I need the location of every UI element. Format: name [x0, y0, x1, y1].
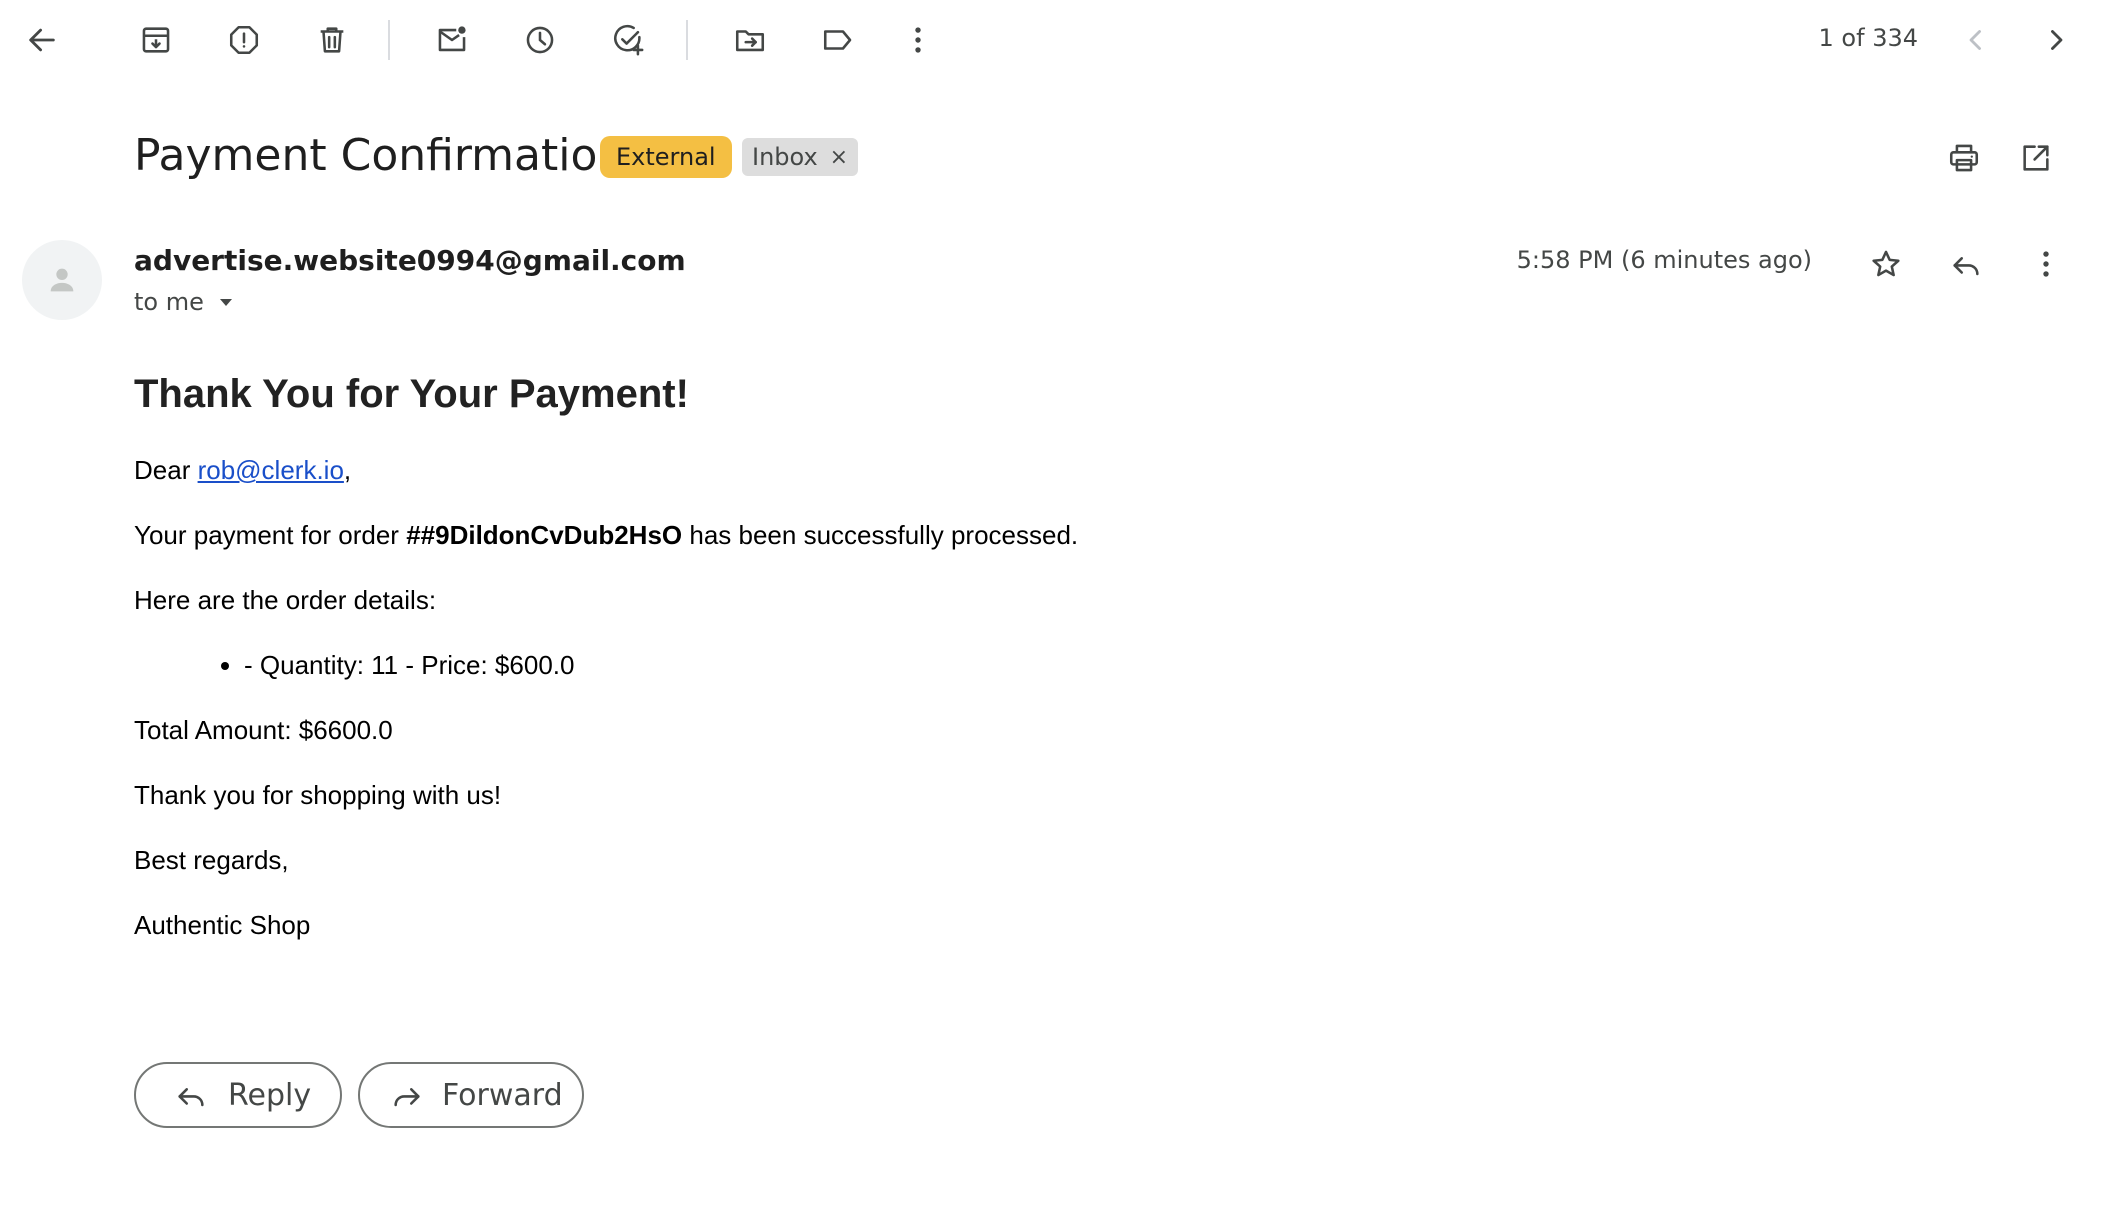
reply-button-label: Reply [228, 1077, 312, 1113]
message-more-button[interactable] [2022, 240, 2070, 288]
newer-button[interactable] [1952, 16, 2000, 64]
person-icon [50, 268, 74, 292]
signature: Authentic Shop [134, 910, 311, 940]
external-label-chip: External [600, 136, 732, 178]
email-body: Thank You for Your Payment! Dear rob@cle… [134, 372, 1834, 975]
forward-icon [394, 1088, 420, 1107]
caret-down-icon [219, 299, 232, 306]
order-id: ##9DildonCvDub2HsO [406, 520, 683, 550]
recipient-text: to me [134, 288, 204, 316]
more-vert-icon [915, 27, 921, 53]
body-heading: Thank You for Your Payment! [134, 372, 689, 416]
archive-button[interactable] [132, 16, 180, 64]
remove-label-button[interactable]: × [830, 145, 848, 170]
order-details-intro: Here are the order details: [134, 585, 437, 615]
recipient-email-link[interactable]: rob@clerk.io [198, 455, 344, 485]
delete-button[interactable] [308, 16, 356, 64]
forward-button[interactable]: Forward [358, 1062, 584, 1128]
older-button[interactable] [2032, 16, 2080, 64]
email-timestamp: 5:58 PM (6 minutes ago) [1516, 246, 1812, 274]
chevron-right-icon [2051, 30, 2063, 50]
list-item: - Quantity: 11 - Price: $600.0 [244, 650, 1834, 680]
back-button[interactable] [18, 16, 66, 64]
payment-line-prefix: Your payment for order [134, 520, 407, 550]
report-spam-button[interactable] [220, 16, 268, 64]
mark-unread-button[interactable] [428, 16, 476, 64]
inbox-label-chip: Inbox × [742, 138, 859, 176]
thanks-line: Thank you for shopping with us! [134, 780, 502, 810]
toolbar-divider [388, 20, 390, 60]
chevron-left-icon [1969, 30, 1981, 50]
print-button[interactable] [1940, 134, 1988, 182]
label-button[interactable] [814, 16, 862, 64]
star-icon [1872, 250, 1900, 277]
payment-line-suffix: has been successfully processed. [682, 520, 1079, 550]
avatar[interactable] [22, 240, 102, 320]
arrow-left-icon [29, 28, 55, 52]
reply-icon [1953, 257, 1979, 276]
reply-icon-button[interactable] [1942, 240, 1990, 288]
recipient-details-toggle[interactable]: to me [134, 288, 238, 316]
archive-icon [142, 27, 170, 53]
sender-email[interactable]: advertise.website0994@gmail.com [134, 244, 686, 277]
mark-unread-icon [438, 26, 466, 52]
greeting-suffix: , [343, 455, 352, 485]
inbox-label-text: Inbox [752, 143, 818, 171]
report-spam-icon [229, 25, 259, 55]
payment-line: Your payment for order ##9DildonCvDub2Hs… [134, 520, 1834, 550]
forward-button-label: Forward [442, 1077, 563, 1113]
add-task-icon [614, 24, 644, 56]
order-items-list: - Quantity: 11 - Price: $600.0 [134, 650, 1834, 680]
print-icon [1949, 144, 1979, 172]
greeting-prefix: Dear [134, 455, 198, 485]
email-subject: Payment Confirmation [134, 130, 626, 181]
clock-icon [526, 26, 554, 54]
add-task-button[interactable] [604, 16, 652, 64]
open-in-new-icon [2023, 145, 2049, 171]
move-to-folder-icon [735, 30, 765, 52]
reply-icon [178, 1088, 204, 1107]
star-button[interactable] [1862, 240, 1910, 288]
more-options-button[interactable] [894, 16, 942, 64]
move-to-button[interactable] [726, 16, 774, 64]
trash-icon [320, 27, 344, 53]
pager-count: 1 of 334 [1818, 24, 1918, 52]
toolbar-divider [686, 20, 688, 60]
label-icon [823, 30, 852, 50]
closing-line: Best regards, [134, 845, 289, 875]
snooze-button[interactable] [516, 16, 564, 64]
greeting: Dear rob@clerk.io, [134, 455, 1834, 485]
open-in-new-window-button[interactable] [2012, 134, 2060, 182]
total-amount: Total Amount: $6600.0 [134, 715, 393, 745]
more-vert-icon [2043, 251, 2049, 277]
reply-button[interactable]: Reply [134, 1062, 342, 1128]
